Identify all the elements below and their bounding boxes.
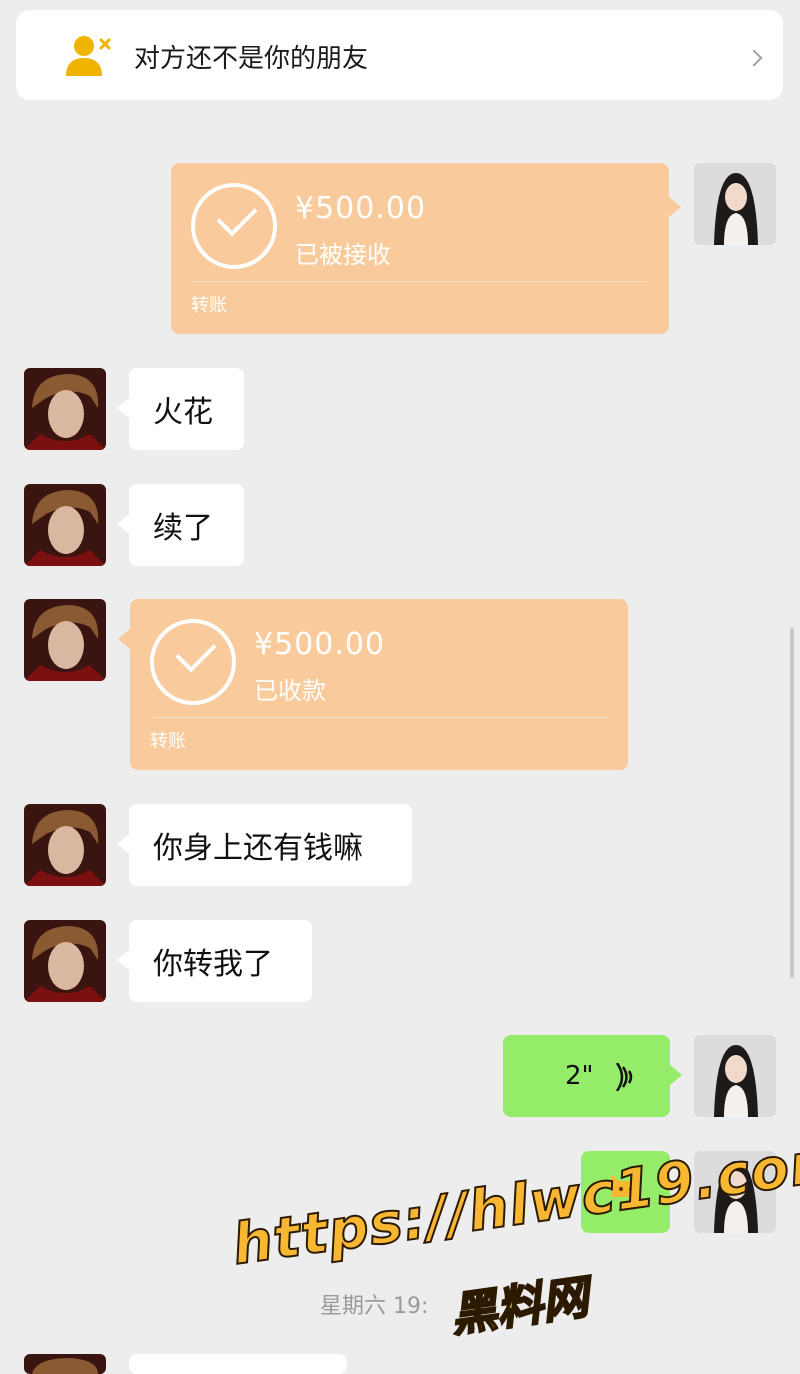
user-x-icon (64, 34, 112, 78)
banner-text: 对方还不是你的朋友 (134, 44, 369, 74)
check-icon (191, 183, 277, 269)
chat-bubble[interactable]: 你身上还有钱嘛 (117, 804, 412, 886)
not-friend-banner[interactable]: 对方还不是你的朋友 (16, 10, 783, 100)
voice-message[interactable]: 2" (503, 1035, 682, 1117)
chat-bubble[interactable] (129, 1354, 347, 1374)
scrollbar[interactable] (790, 628, 794, 978)
friend-avatar[interactable] (24, 599, 106, 681)
chat-bubble[interactable]: 你转我了 (117, 920, 312, 1002)
my-avatar[interactable] (694, 163, 776, 245)
voice-wave-icon (611, 1062, 635, 1095)
friend-avatar[interactable] (24, 484, 106, 566)
transfer-kind: 转账 (191, 295, 227, 316)
transfer-status: 已收款 (254, 677, 326, 705)
chevron-right-icon (745, 49, 763, 67)
transfer-kind: 转账 (150, 731, 186, 752)
transfer-card[interactable]: ¥500.00 已收款 转账 (118, 599, 628, 770)
chat-bubble[interactable]: 火花 (117, 368, 244, 450)
transfer-amount: ¥500.00 (295, 191, 427, 226)
timestamp: 星期六 19: (320, 1294, 429, 1319)
transfer-card[interactable]: ¥500.00 已被接收 转账 (171, 163, 681, 334)
check-icon (150, 619, 236, 705)
friend-avatar[interactable] (24, 368, 106, 450)
my-avatar[interactable] (694, 1035, 776, 1117)
transfer-status: 已被接收 (295, 241, 391, 269)
divider (191, 281, 649, 282)
transfer-amount: ¥500.00 (254, 627, 386, 662)
friend-avatar[interactable] (24, 804, 106, 886)
watermark-url: https://hlwc19.com (228, 1126, 800, 1279)
friend-avatar[interactable] (24, 920, 106, 1002)
friend-avatar[interactable] (24, 1354, 106, 1374)
watermark-site: 黑料网 (446, 1269, 592, 1344)
chat-bubble[interactable]: 续了 (117, 484, 244, 566)
divider (150, 717, 608, 718)
voice-duration: 2" (565, 1061, 594, 1091)
